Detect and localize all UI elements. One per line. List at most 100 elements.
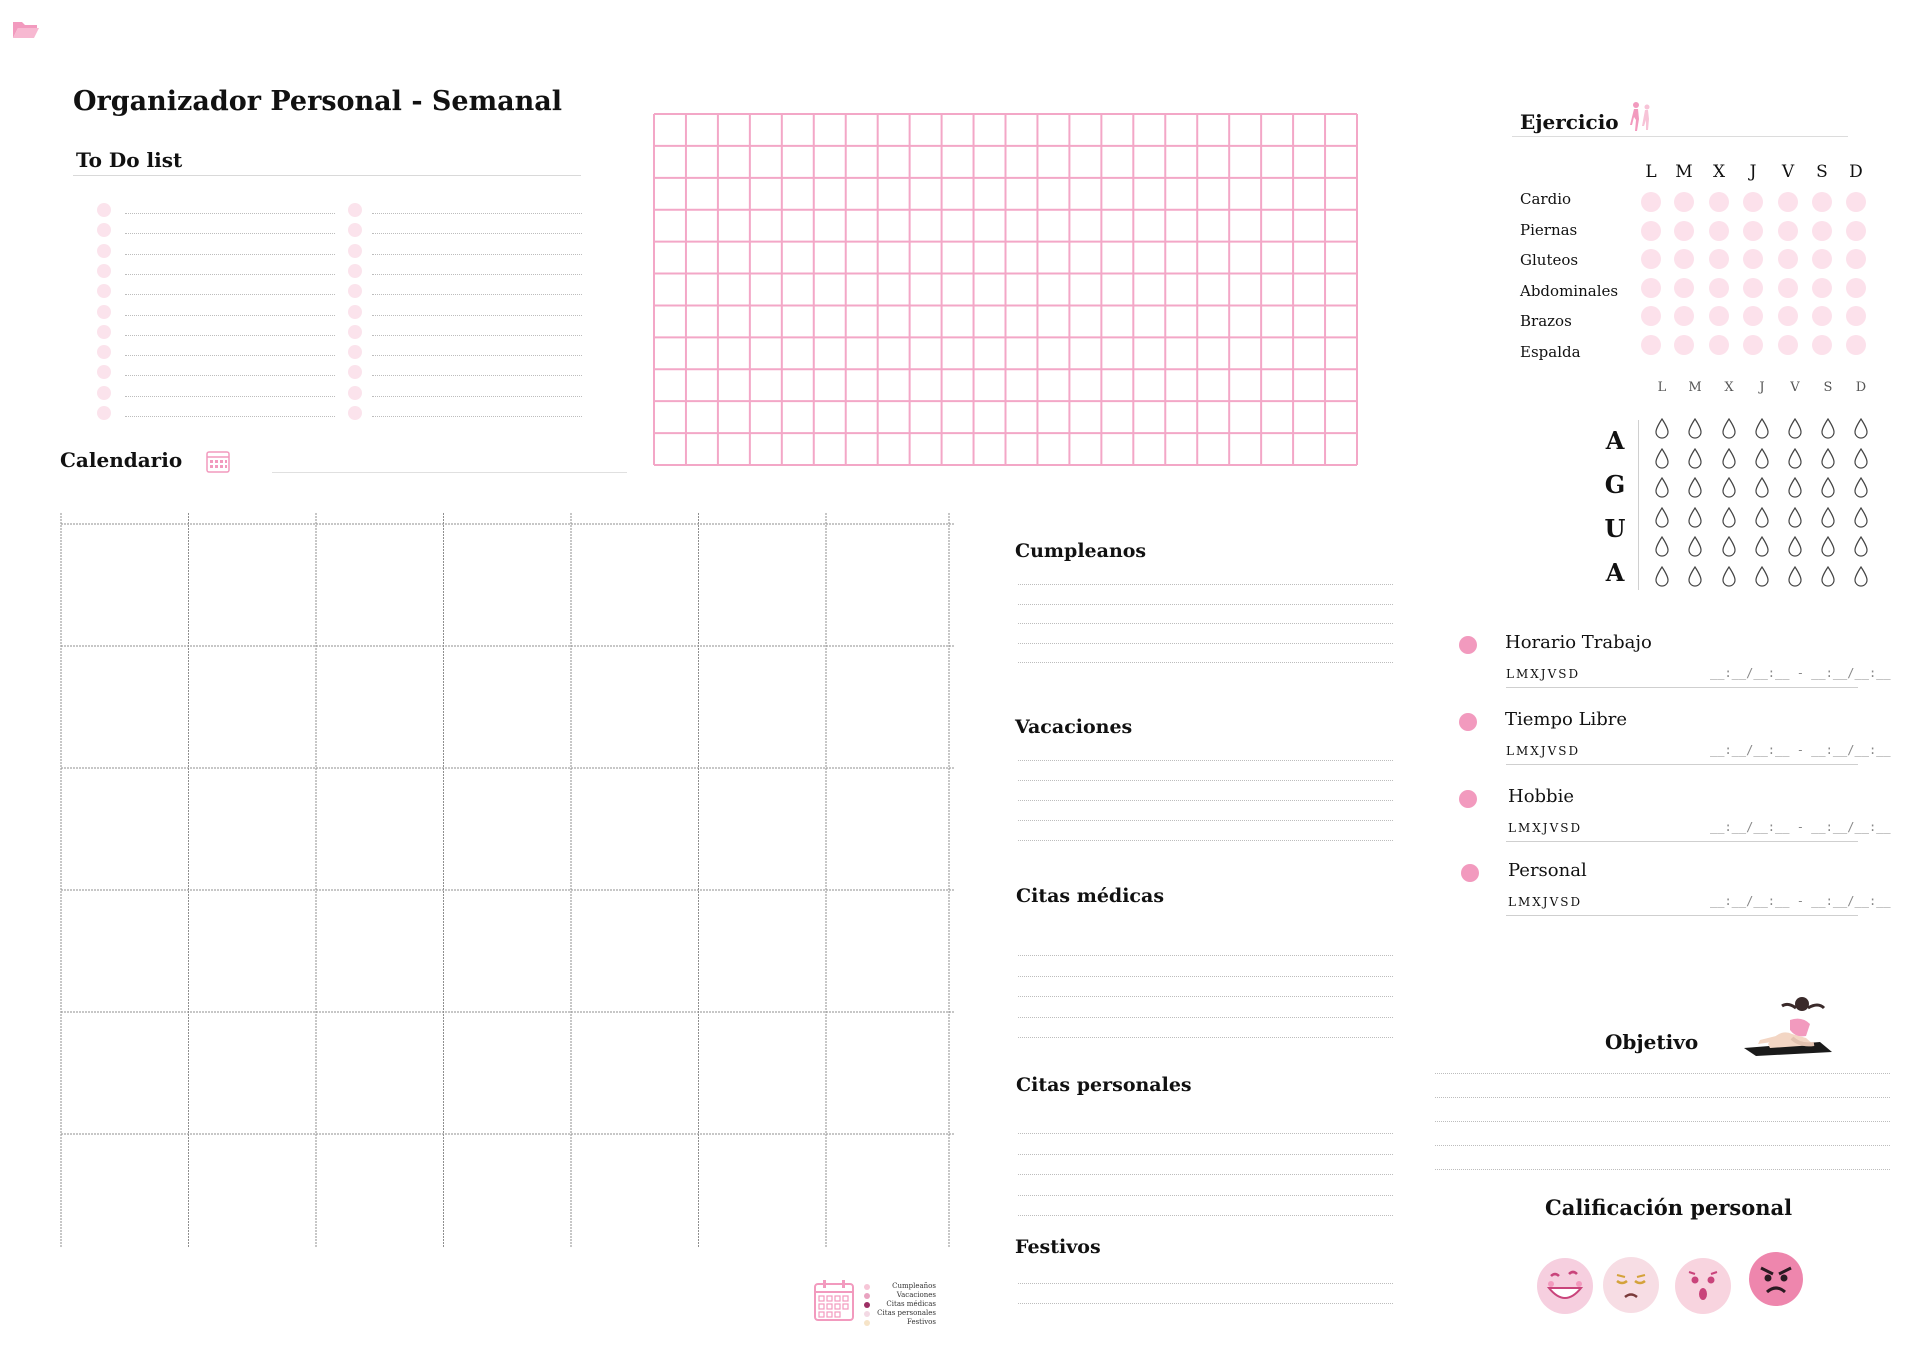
water-drop-icon[interactable] — [1722, 447, 1736, 470]
event-line[interactable] — [1018, 1016, 1393, 1018]
todo-checkbox[interactable] — [97, 365, 111, 380]
water-drop-icon[interactable] — [1854, 535, 1868, 558]
water-drop-icon[interactable] — [1655, 565, 1669, 588]
water-drop-icon[interactable] — [1821, 565, 1835, 588]
schedule-dot[interactable] — [1459, 713, 1477, 731]
todo-checkbox[interactable] — [97, 304, 111, 319]
water-drop-icon[interactable] — [1821, 476, 1835, 499]
water-drop-icon[interactable] — [1788, 476, 1802, 499]
exercise-checkbox[interactable] — [1674, 306, 1694, 326]
water-drop-icon[interactable] — [1854, 476, 1868, 499]
objective-line[interactable] — [1435, 1121, 1890, 1122]
exercise-checkbox[interactable] — [1641, 334, 1661, 355]
todo-checkbox[interactable] — [97, 203, 111, 217]
event-line[interactable] — [1018, 955, 1393, 956]
schedule-time[interactable]: __:__/__:__ - __:__/__:__ — [1710, 743, 1891, 757]
exercise-checkbox[interactable] — [1709, 334, 1729, 355]
sad-face-icon[interactable] — [1603, 1257, 1659, 1313]
water-drop-icon[interactable] — [1688, 506, 1702, 529]
todo-checkbox[interactable] — [348, 203, 362, 217]
water-drop-icon[interactable] — [1821, 506, 1835, 529]
surprised-face-icon[interactable] — [1675, 1258, 1731, 1314]
exercise-checkbox[interactable] — [1641, 249, 1661, 269]
todo-line[interactable] — [125, 355, 335, 357]
todo-line[interactable] — [372, 253, 582, 255]
exercise-checkbox[interactable] — [1743, 220, 1763, 241]
exercise-checkbox[interactable] — [1778, 220, 1798, 241]
water-drop-icon[interactable] — [1755, 565, 1769, 588]
exercise-checkbox[interactable] — [1674, 277, 1694, 298]
event-line[interactable] — [1018, 1303, 1393, 1304]
event-line[interactable] — [1018, 760, 1393, 761]
schedule-days[interactable]: LMXJVSD — [1508, 821, 1582, 835]
todo-line[interactable] — [125, 334, 335, 336]
water-drop-icon[interactable] — [1722, 535, 1736, 558]
water-drop-icon[interactable] — [1655, 535, 1669, 558]
water-drop-icon[interactable] — [1854, 506, 1868, 529]
todo-checkbox[interactable] — [348, 324, 362, 339]
objective-line[interactable] — [1435, 1145, 1890, 1146]
objective-line[interactable] — [1435, 1097, 1890, 1098]
folder-icon[interactable] — [12, 18, 40, 40]
water-drop-icon[interactable] — [1854, 565, 1868, 588]
schedule-days[interactable]: LMXJVSD — [1506, 667, 1580, 681]
water-drop-icon[interactable] — [1722, 565, 1736, 588]
exercise-checkbox[interactable] — [1674, 249, 1694, 269]
todo-checkbox[interactable] — [97, 243, 111, 258]
event-line[interactable] — [1018, 975, 1393, 977]
water-drop-icon[interactable] — [1655, 447, 1669, 470]
event-line[interactable] — [1018, 1283, 1393, 1284]
schedule-days[interactable]: LMXJVSD — [1506, 744, 1580, 758]
todo-line[interactable] — [125, 375, 335, 377]
todo-checkbox[interactable] — [97, 345, 111, 360]
water-drop-icon[interactable] — [1688, 535, 1702, 558]
event-line[interactable] — [1018, 1037, 1393, 1038]
water-drop-icon[interactable] — [1755, 417, 1769, 440]
exercise-checkbox[interactable] — [1812, 220, 1832, 241]
event-line[interactable] — [1018, 1215, 1393, 1216]
event-line[interactable] — [1018, 584, 1393, 585]
event-line[interactable] — [1018, 1133, 1393, 1134]
exercise-checkbox[interactable] — [1743, 334, 1763, 355]
event-line[interactable] — [1018, 820, 1393, 821]
todo-line[interactable] — [372, 213, 582, 214]
exercise-checkbox[interactable] — [1846, 334, 1866, 355]
event-line[interactable] — [1018, 662, 1393, 663]
exercise-checkbox[interactable] — [1846, 192, 1866, 212]
water-drop-icon[interactable] — [1755, 506, 1769, 529]
todo-checkbox[interactable] — [97, 263, 111, 278]
exercise-checkbox[interactable] — [1846, 306, 1866, 326]
todo-line[interactable] — [125, 273, 335, 275]
water-drop-icon[interactable] — [1655, 417, 1669, 440]
water-drop-icon[interactable] — [1788, 506, 1802, 529]
exercise-checkbox[interactable] — [1709, 220, 1729, 241]
exercise-checkbox[interactable] — [1743, 277, 1763, 298]
water-drop-icon[interactable] — [1854, 447, 1868, 470]
water-drop-icon[interactable] — [1688, 565, 1702, 588]
water-drop-icon[interactable] — [1722, 417, 1736, 440]
water-drop-icon[interactable] — [1722, 476, 1736, 499]
water-drop-icon[interactable] — [1821, 417, 1835, 440]
todo-line[interactable] — [125, 395, 335, 397]
exercise-checkbox[interactable] — [1812, 249, 1832, 269]
exercise-checkbox[interactable] — [1812, 277, 1832, 298]
todo-checkbox[interactable] — [97, 223, 111, 238]
exercise-checkbox[interactable] — [1743, 306, 1763, 326]
water-drop-icon[interactable] — [1722, 506, 1736, 529]
todo-line[interactable] — [125, 253, 335, 255]
todo-line[interactable] — [125, 416, 335, 417]
todo-checkbox[interactable] — [348, 406, 362, 420]
exercise-checkbox[interactable] — [1778, 249, 1798, 269]
todo-line[interactable] — [372, 294, 582, 296]
todo-checkbox[interactable] — [348, 345, 362, 360]
schedule-dot[interactable] — [1459, 636, 1477, 654]
event-line[interactable] — [1018, 623, 1393, 624]
todo-checkbox[interactable] — [348, 304, 362, 319]
water-drop-icon[interactable] — [1688, 447, 1702, 470]
objective-line[interactable] — [1435, 1073, 1890, 1074]
water-drop-icon[interactable] — [1821, 535, 1835, 558]
todo-line[interactable] — [372, 314, 582, 316]
exercise-checkbox[interactable] — [1812, 334, 1832, 355]
todo-checkbox[interactable] — [348, 223, 362, 238]
happy-face-icon[interactable] — [1537, 1258, 1593, 1314]
